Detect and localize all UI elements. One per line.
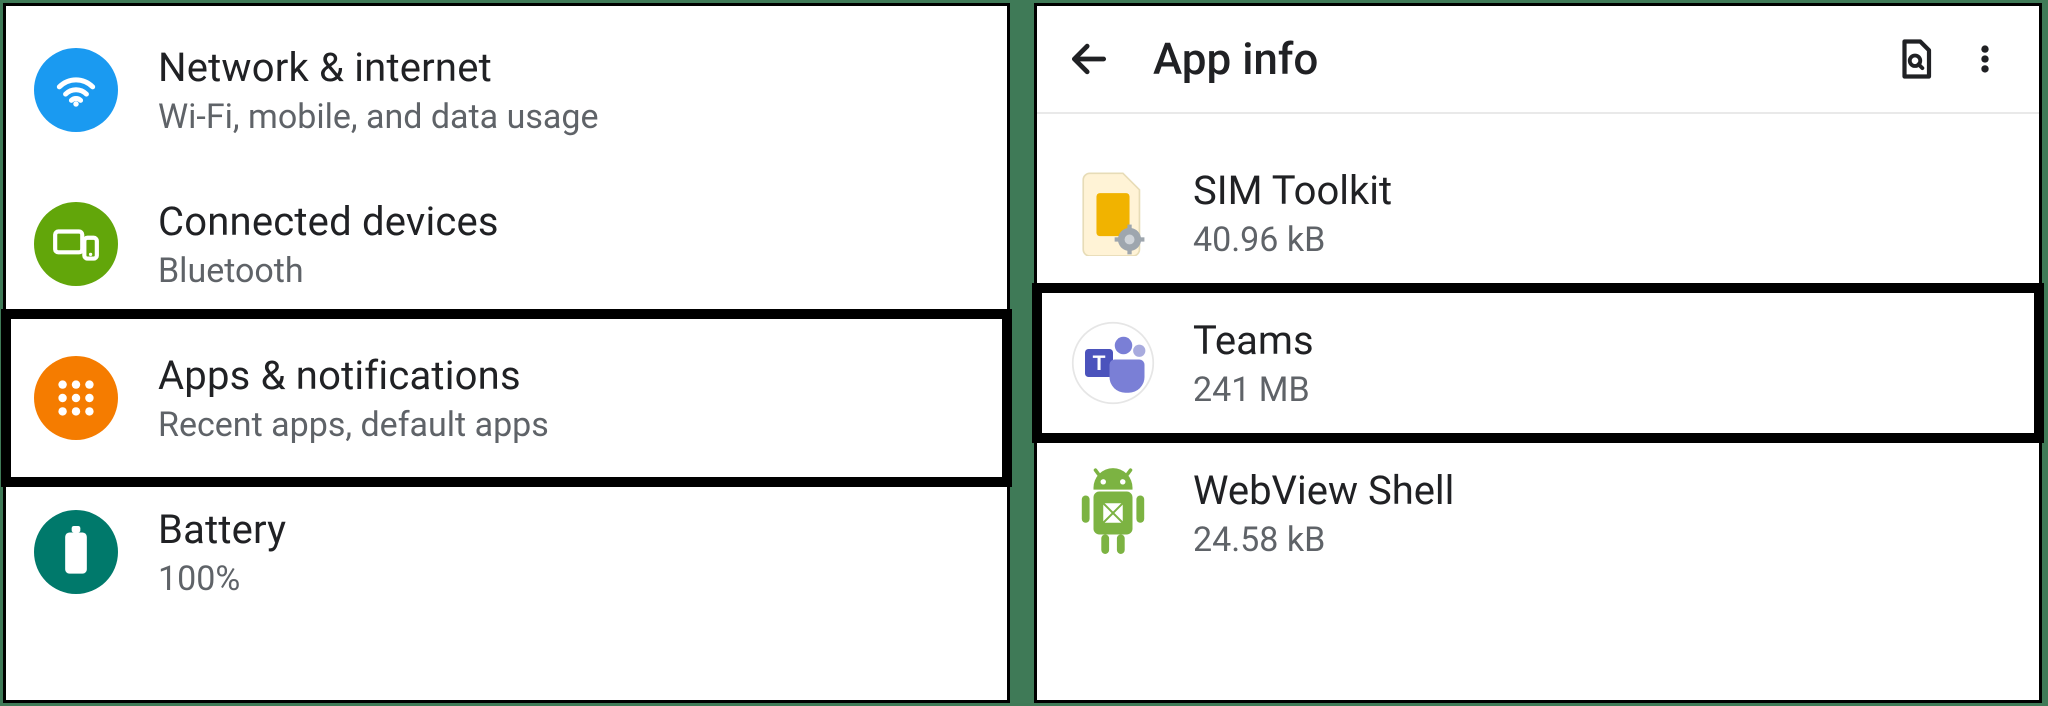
settings-item-subtitle: Recent apps, default apps	[158, 405, 549, 445]
app-name: SIM Toolkit	[1193, 167, 1392, 214]
pane-divider	[1010, 0, 1034, 706]
app-row-teams[interactable]: T Teams 241 MB	[1037, 288, 2039, 438]
settings-item-battery[interactable]: Battery 100%	[6, 482, 1007, 622]
app-size: 24.58 kB	[1193, 520, 1454, 560]
more-menu-icon[interactable]	[1959, 33, 2011, 85]
apps-grid-icon	[34, 356, 118, 440]
battery-icon	[34, 510, 118, 594]
android-robot-icon	[1067, 467, 1159, 559]
settings-item-devices[interactable]: Connected devices Bluetooth	[6, 174, 1007, 314]
wifi-icon	[34, 48, 118, 132]
settings-item-subtitle: Bluetooth	[158, 251, 499, 291]
app-row-webview-shell[interactable]: WebView Shell 24.58 kB	[1037, 438, 2039, 588]
settings-pane: Network & internet Wi-Fi, mobile, and da…	[3, 3, 1010, 703]
app-size: 40.96 kB	[1193, 220, 1392, 260]
settings-item-network[interactable]: Network & internet Wi-Fi, mobile, and da…	[6, 6, 1007, 174]
app-row-sim-toolkit[interactable]: SIM Toolkit 40.96 kB	[1037, 138, 2039, 288]
appinfo-pane: App info	[1034, 3, 2042, 703]
search-in-page-icon[interactable]	[1889, 33, 1941, 85]
settings-item-title: Battery	[158, 506, 286, 553]
app-size: 241 MB	[1193, 370, 1314, 410]
settings-item-title: Apps & notifications	[158, 352, 549, 399]
svg-text:T: T	[1093, 352, 1106, 375]
settings-item-apps[interactable]: Apps & notifications Recent apps, defaul…	[6, 314, 1007, 482]
devices-icon	[34, 202, 118, 286]
page-title: App info	[1153, 33, 1871, 85]
settings-item-title: Network & internet	[158, 44, 599, 91]
app-name: Teams	[1193, 317, 1314, 364]
app-name: WebView Shell	[1193, 467, 1454, 514]
teams-icon: T	[1067, 317, 1159, 409]
settings-item-subtitle: 100%	[158, 559, 286, 599]
settings-item-subtitle: Wi-Fi, mobile, and data usage	[158, 97, 599, 137]
sim-card-icon	[1067, 167, 1159, 259]
appbar: App info	[1037, 6, 2039, 114]
settings-item-title: Connected devices	[158, 198, 499, 245]
back-button[interactable]	[1065, 35, 1113, 83]
